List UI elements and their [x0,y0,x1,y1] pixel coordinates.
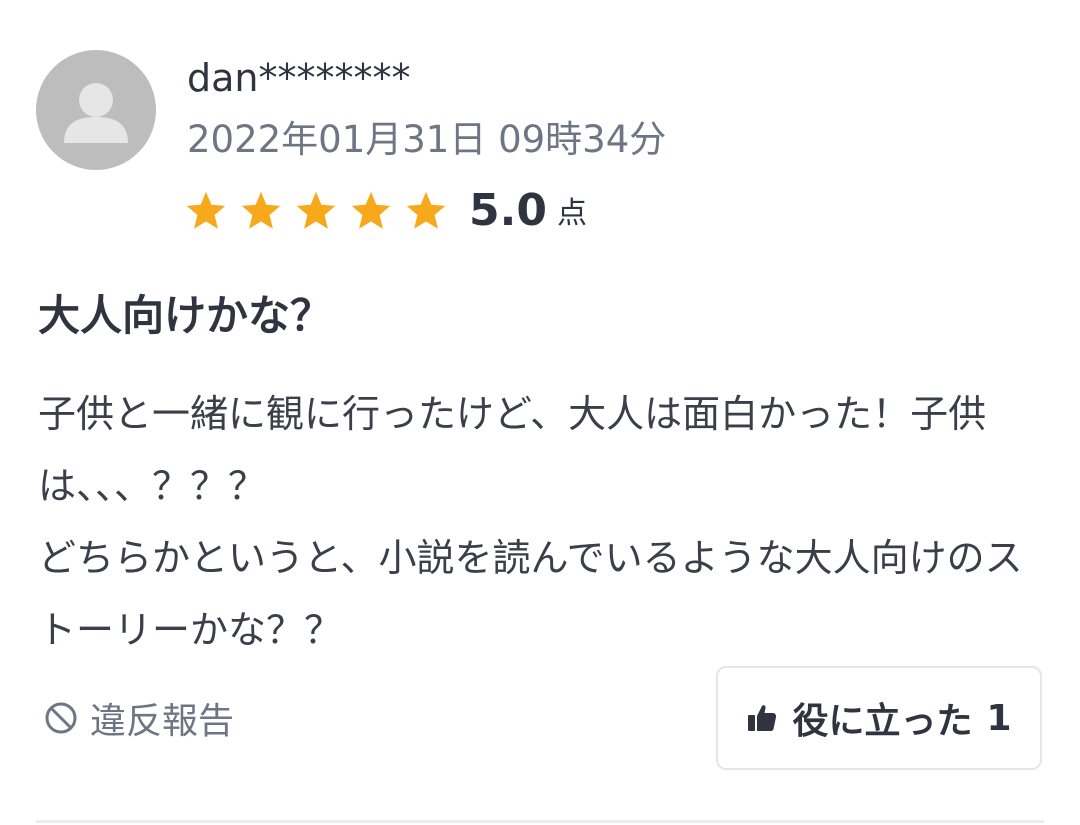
rating-value: 5.0 [469,185,547,236]
user-placeholder-icon [64,83,128,143]
divider [36,820,1044,823]
helpful-label: 役に立った [792,701,973,742]
star-icon [241,191,281,229]
rating-unit: 点 [556,196,587,231]
review-body: 子供と一緒に観に行ったけど、大人は面白かった！子供は、、、？？？ どちらかという… [38,378,1048,666]
star-icon [296,191,336,229]
rating: 5.0 点 [184,183,587,239]
review-body-line: どちらかというと、小説を読んでいるような大人向けのストーリーかな？？ [38,536,1023,652]
reviewer-name: dan******** [187,56,411,100]
review-title: 大人向けかな？ [38,291,333,340]
thumbs-up-icon [748,705,777,731]
report-link[interactable]: 違反報告 [44,694,234,742]
prohibited-icon [45,702,77,734]
helpful-button[interactable]: 役に立った 1 [716,666,1042,770]
star-icon [186,191,226,229]
review-date: 2022年01月31日 09時34分 [187,118,667,161]
review-body-line: 子供と一緒に観に行ったけど、大人は面白かった！子供は、、、？？？ [38,392,987,508]
star-icon [406,191,446,229]
star-rating [184,189,459,233]
star-icon [351,191,391,229]
avatar [36,50,156,170]
report-label: 違反報告 [90,701,235,742]
helpful-count: 1 [986,697,1012,739]
